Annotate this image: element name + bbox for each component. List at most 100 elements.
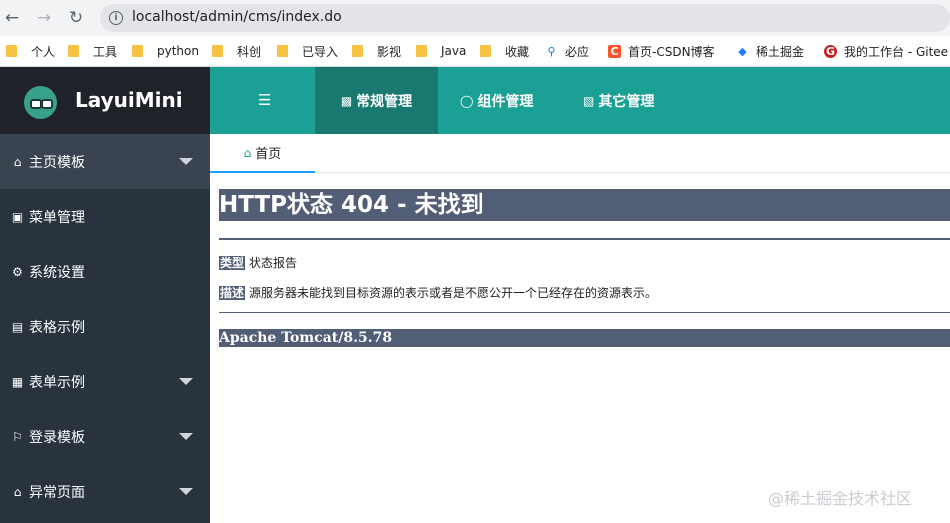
home-icon: ⌂ <box>243 145 252 160</box>
home-icon: ⌂ <box>13 484 22 499</box>
sidebar-item-error-pages[interactable]: ⌂ 异常页面 <box>0 464 210 519</box>
sidebar-item-label: 表格示例 <box>29 319 85 336</box>
forward-arrow-icon[interactable]: → <box>32 6 56 30</box>
bookmark-label: 科创 <box>237 44 262 59</box>
type-value: 状态报告 <box>249 256 298 270</box>
watermark: @稀土掘金技术社区 <box>768 489 913 508</box>
bookmark-label: 工具 <box>93 44 118 59</box>
file-icon: ▤ <box>11 319 24 334</box>
sidebar-item-label: 登录模板 <box>29 429 85 446</box>
gears-icon: ⚙ <box>12 264 23 279</box>
folder-icon <box>352 45 363 57</box>
page-tab-label: 首页 <box>255 147 282 162</box>
tab-component-management[interactable]: ◯ 组件管理 <box>460 67 533 134</box>
bookmark-item[interactable]: 个人 <box>6 43 55 59</box>
bookmark-item[interactable]: G 我的工作台 - Gitee <box>824 43 948 59</box>
sidebar-item-system-settings[interactable]: ⚙ 系统设置 <box>0 244 210 299</box>
indent-icon[interactable]: ☰ <box>258 91 276 109</box>
description-value: 源服务器未能找到目标资源的表示或者是不愿公开一个已经存在的资源表示。 <box>249 286 658 300</box>
bookmarks-bar: 个人 工具 python 科创 已导入 影视 Java 收藏 ⚲ 必应 C 首页-C… <box>0 36 950 67</box>
bookmark-item[interactable]: 工具 <box>68 43 117 59</box>
bookmark-label: 我的工作台 - Gitee <box>844 44 949 59</box>
tab-general-management[interactable]: ▩ 常规管理 <box>315 67 438 134</box>
address-card-icon: ▩ <box>340 93 353 108</box>
bookmark-item[interactable]: 影视 <box>352 43 401 59</box>
folder-icon <box>480 45 491 57</box>
url-text: localhost/admin/cms/index.do <box>132 9 342 25</box>
folder-icon <box>68 45 79 57</box>
type-label: 类型 <box>219 256 246 270</box>
sidebar: LayuiMini ⌂ 主页模板 ▣ 菜单管理 ⚙ 系统设置 ▤ 表格示例 ▦ … <box>0 67 210 523</box>
gitee-icon: G <box>824 44 837 58</box>
window-icon: ▣ <box>11 209 24 224</box>
csdn-icon: C <box>608 44 621 58</box>
bookmark-label: 稀土掘金 <box>756 44 805 59</box>
slideshare-icon: ▧ <box>583 93 595 108</box>
caret-down-icon <box>179 378 193 385</box>
bookmark-label: 收藏 <box>505 44 530 59</box>
bookmark-label: 必应 <box>565 44 590 59</box>
error-title: HTTP状态 404 - 未找到 <box>219 189 950 221</box>
divider <box>219 238 950 240</box>
browser-toolbar: ← → ↻ i localhost/admin/cms/index.do <box>0 0 950 36</box>
bookmark-label: python <box>157 44 199 58</box>
bookmark-item[interactable]: ⚲ 必应 <box>545 43 589 59</box>
sidebar-item-form-example[interactable]: ▦ 表单示例 <box>0 354 210 409</box>
tab-label: 其它管理 <box>598 93 655 110</box>
back-arrow-icon[interactable]: ← <box>0 6 24 30</box>
bookmark-label: 首页-CSDN博客 <box>628 44 715 59</box>
folder-icon <box>416 45 427 57</box>
bookmark-item[interactable]: C 首页-CSDN博客 <box>608 43 715 59</box>
reload-icon[interactable]: ↻ <box>64 6 88 30</box>
folder-icon <box>6 45 17 57</box>
bookmark-label: Java <box>441 44 467 58</box>
error-description-row: 描述 源服务器未能找到目标资源的表示或者是不愿公开一个已经存在的资源表示。 <box>219 284 657 301</box>
tab-other-management[interactable]: ▧ 其它管理 <box>583 67 654 134</box>
bookmark-label: 个人 <box>31 44 56 59</box>
sidebar-item-label: 表单示例 <box>29 374 85 391</box>
sidebar-item-table-example[interactable]: ▤ 表格示例 <box>0 299 210 354</box>
page-tab-bar: ⌂ 首页 <box>210 134 950 173</box>
page-tab-home[interactable]: ⌂ 首页 <box>210 134 315 173</box>
description-label: 描述 <box>219 286 246 300</box>
flag-icon: ⚐ <box>12 429 23 444</box>
caret-down-icon <box>179 158 193 165</box>
top-header: ☰ ▩ 常规管理 ◯ 组件管理 ▧ 其它管理 <box>210 67 950 134</box>
bookmark-item[interactable]: 科创 <box>212 43 261 59</box>
caret-down-icon <box>179 488 193 495</box>
tab-label: 常规管理 <box>356 93 413 110</box>
logo-icon <box>24 86 57 119</box>
sidebar-item-label: 菜单管理 <box>29 209 85 226</box>
bookmark-item[interactable]: python <box>132 43 199 59</box>
logo-text: LayuiMini <box>75 88 183 112</box>
error-content: HTTP状态 404 - 未找到 类型 状态报告 描述 源服务器未能找到目标资源的表… <box>219 172 950 523</box>
logo-area[interactable]: LayuiMini <box>0 67 210 134</box>
bookmark-label: 影视 <box>377 44 402 59</box>
address-bar[interactable]: i localhost/admin/cms/index.do <box>100 4 950 32</box>
bookmark-item[interactable]: 收藏 <box>480 43 529 59</box>
folder-icon <box>212 45 223 57</box>
divider <box>219 312 950 313</box>
bookmark-item[interactable]: Java <box>416 43 466 59</box>
bookmark-label: 已导入 <box>302 44 339 59</box>
info-icon[interactable]: i <box>109 11 123 25</box>
snowflake-icon: ◯ <box>460 93 474 108</box>
tab-label: 组件管理 <box>477 93 534 110</box>
sidebar-item-label: 异常页面 <box>29 484 85 501</box>
sidebar-item-login-template[interactable]: ⚐ 登录模板 <box>0 409 210 464</box>
folder-icon <box>277 45 288 57</box>
error-type-row: 类型 状态报告 <box>219 254 297 271</box>
bookmark-item[interactable]: 已导入 <box>277 43 338 59</box>
sidebar-item-menu-management[interactable]: ▣ 菜单管理 <box>0 189 210 244</box>
juejin-icon: ◆ <box>738 44 747 58</box>
bookmark-item[interactable]: ◆ 稀土掘金 <box>736 43 804 59</box>
caret-down-icon <box>179 433 193 440</box>
search-icon: ⚲ <box>547 44 556 58</box>
folder-icon <box>132 45 143 57</box>
sidebar-item-label: 主页模板 <box>29 154 85 171</box>
sidebar-item-home-template[interactable]: ⌂ 主页模板 <box>0 134 210 189</box>
server-info: Apache Tomcat/8.5.78 <box>219 329 950 347</box>
home-icon: ⌂ <box>13 154 22 169</box>
sidebar-item-label: 系统设置 <box>29 264 85 281</box>
calendar-icon: ▦ <box>11 374 24 389</box>
